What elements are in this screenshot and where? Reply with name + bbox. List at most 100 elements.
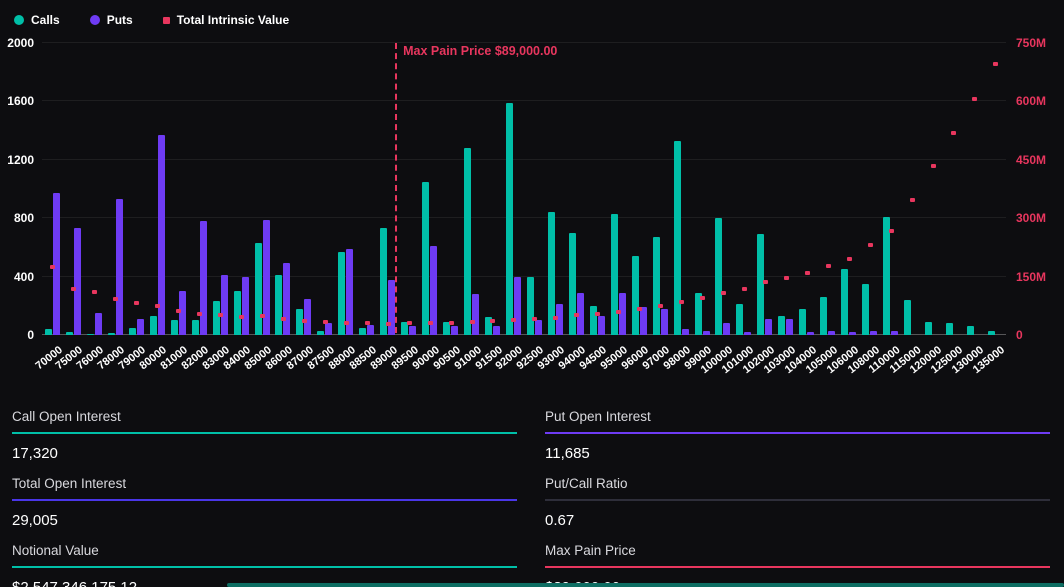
puts-bar[interactable]: [682, 329, 689, 335]
calls-bar[interactable]: [45, 329, 52, 335]
bar-group-130000[interactable]: [964, 43, 985, 335]
calls-bar[interactable]: [380, 228, 387, 335]
legend-item-total-intrinsic-value[interactable]: Total Intrinsic Value: [163, 13, 289, 27]
calls-bar[interactable]: [904, 300, 911, 335]
intrinsic-value-dot[interactable]: [763, 280, 768, 284]
calls-bar[interactable]: [820, 297, 827, 335]
calls-bar[interactable]: [506, 103, 513, 335]
puts-bar[interactable]: [807, 332, 814, 335]
bar-group-98000[interactable]: [671, 43, 692, 335]
intrinsic-value-dot[interactable]: [742, 287, 747, 291]
calls-bar[interactable]: [66, 332, 73, 335]
intrinsic-value-dot[interactable]: [50, 265, 55, 269]
bar-group-76000[interactable]: [84, 43, 105, 335]
puts-bar[interactable]: [221, 275, 228, 335]
bar-group-92000[interactable]: [503, 43, 524, 335]
bar-group-125000[interactable]: [943, 43, 964, 335]
calls-bar[interactable]: [883, 217, 890, 335]
intrinsic-value-dot[interactable]: [511, 318, 516, 322]
bar-group-84000[interactable]: [231, 43, 252, 335]
calls-bar[interactable]: [778, 316, 785, 335]
bar-group-99000[interactable]: [692, 43, 713, 335]
bar-group-105000[interactable]: [817, 43, 838, 335]
calls-bar[interactable]: [715, 218, 722, 335]
puts-bar[interactable]: [891, 331, 898, 335]
intrinsic-value-dot[interactable]: [449, 321, 454, 325]
puts-bar[interactable]: [849, 332, 856, 335]
puts-bar[interactable]: [828, 331, 835, 335]
bar-group-88000[interactable]: [335, 43, 356, 335]
bar-group-87500[interactable]: [314, 43, 335, 335]
puts-bar[interactable]: [661, 309, 668, 335]
calls-bar[interactable]: [171, 320, 178, 335]
intrinsic-value-dot[interactable]: [176, 309, 181, 313]
bar-group-104000[interactable]: [796, 43, 817, 335]
bar-group-100000[interactable]: [713, 43, 734, 335]
intrinsic-value-dot[interactable]: [658, 304, 663, 308]
horizontal-scrollbar-thumb[interactable]: [227, 583, 1064, 587]
intrinsic-value-dot[interactable]: [553, 316, 558, 320]
bar-group-97000[interactable]: [650, 43, 671, 335]
puts-bar[interactable]: [451, 326, 458, 335]
bar-group-103000[interactable]: [775, 43, 796, 335]
bar-group-70000[interactable]: [42, 43, 63, 335]
intrinsic-value-dot[interactable]: [889, 229, 894, 233]
bar-group-75000[interactable]: [63, 43, 84, 335]
puts-bar[interactable]: [242, 277, 249, 335]
calls-bar[interactable]: [213, 301, 220, 335]
puts-bar[interactable]: [703, 331, 710, 335]
intrinsic-value-dot[interactable]: [910, 198, 915, 202]
bar-group-95000[interactable]: [608, 43, 629, 335]
intrinsic-value-dot[interactable]: [490, 319, 495, 323]
calls-bar[interactable]: [757, 234, 764, 335]
calls-bar[interactable]: [464, 148, 471, 335]
bar-group-108000[interactable]: [859, 43, 880, 335]
calls-bar[interactable]: [234, 291, 241, 335]
puts-bar[interactable]: [283, 263, 290, 335]
puts-bar[interactable]: [493, 326, 500, 335]
intrinsic-value-dot[interactable]: [805, 271, 810, 275]
puts-bar[interactable]: [472, 294, 479, 335]
puts-bar[interactable]: [723, 323, 730, 335]
puts-bar[interactable]: [74, 228, 81, 335]
calls-bar[interactable]: [527, 277, 534, 335]
calls-bar[interactable]: [590, 306, 597, 335]
intrinsic-value-dot[interactable]: [532, 317, 537, 321]
intrinsic-value-dot[interactable]: [721, 291, 726, 295]
calls-bar[interactable]: [255, 243, 262, 335]
calls-bar[interactable]: [611, 214, 618, 335]
bar-group-115000[interactable]: [901, 43, 922, 335]
intrinsic-value-dot[interactable]: [679, 300, 684, 304]
intrinsic-value-dot[interactable]: [951, 131, 956, 135]
bar-group-85000[interactable]: [252, 43, 273, 335]
puts-bar[interactable]: [179, 291, 186, 335]
bar-group-78000[interactable]: [105, 43, 126, 335]
calls-bar[interactable]: [967, 326, 974, 335]
puts-bar[interactable]: [304, 299, 311, 336]
legend-item-puts[interactable]: Puts: [90, 13, 133, 27]
puts-bar[interactable]: [116, 199, 123, 335]
puts-bar[interactable]: [409, 326, 416, 335]
intrinsic-value-dot[interactable]: [784, 276, 789, 280]
calls-bar[interactable]: [359, 328, 366, 335]
calls-bar[interactable]: [862, 284, 869, 335]
intrinsic-value-dot[interactable]: [407, 321, 412, 325]
puts-bar[interactable]: [200, 221, 207, 335]
intrinsic-value-dot[interactable]: [700, 296, 705, 300]
intrinsic-value-dot[interactable]: [428, 321, 433, 325]
calls-bar[interactable]: [192, 320, 199, 335]
calls-bar[interactable]: [653, 237, 660, 335]
bar-group-90000[interactable]: [419, 43, 440, 335]
intrinsic-value-dot[interactable]: [386, 322, 391, 326]
intrinsic-value-dot[interactable]: [302, 319, 307, 323]
intrinsic-value-dot[interactable]: [218, 313, 223, 317]
calls-bar[interactable]: [925, 322, 932, 335]
calls-bar[interactable]: [275, 275, 282, 335]
calls-bar[interactable]: [841, 269, 848, 335]
bar-group-91000[interactable]: [461, 43, 482, 335]
intrinsic-value-dot[interactable]: [993, 62, 998, 66]
intrinsic-value-dot[interactable]: [931, 164, 936, 168]
bar-group-120000[interactable]: [922, 43, 943, 335]
intrinsic-value-dot[interactable]: [847, 257, 852, 261]
puts-bar[interactable]: [640, 307, 647, 335]
